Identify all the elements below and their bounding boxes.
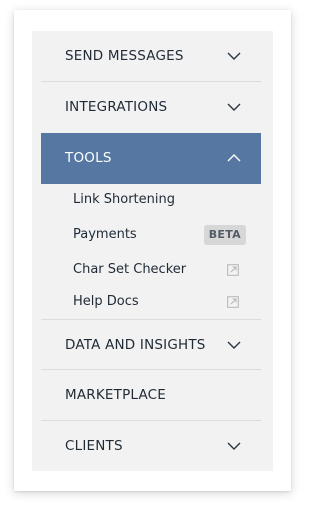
subnav-label: Char Set Checker: [73, 262, 187, 277]
subnav-help-docs[interactable]: Help Docs: [41, 286, 261, 318]
chevron-down-icon: [227, 52, 241, 60]
nav-label: CLIENTS: [65, 438, 123, 454]
nav-data-and-insights[interactable]: DATA AND INSIGHTS: [41, 319, 261, 370]
chevron-down-icon: [227, 103, 241, 111]
nav-label: TOOLS: [65, 150, 112, 166]
external-link-icon: [227, 296, 239, 308]
chevron-down-icon: [227, 442, 241, 450]
nav-marketplace[interactable]: MARKETPLACE: [41, 370, 261, 421]
subnav-payments[interactable]: Payments BETA: [41, 219, 261, 251]
subnav-label: Help Docs: [73, 294, 139, 309]
navigation-menu: SEND MESSAGES INTEGRATIONS TOOLS Link Sh…: [32, 31, 273, 471]
nav-clients[interactable]: CLIENTS: [41, 421, 261, 472]
nav-tools[interactable]: TOOLS: [41, 133, 261, 184]
chevron-up-icon: [227, 154, 241, 162]
nav-label: INTEGRATIONS: [65, 99, 168, 115]
external-link-icon: [227, 264, 239, 276]
nav-label: DATA AND INSIGHTS: [65, 337, 206, 353]
nav-integrations[interactable]: INTEGRATIONS: [41, 82, 261, 133]
subnav-label: Link Shortening: [73, 192, 175, 207]
nav-label: MARKETPLACE: [65, 387, 167, 403]
chevron-down-icon: [227, 341, 241, 349]
subnav-label: Payments: [73, 227, 137, 242]
subnav-link-shortening[interactable]: Link Shortening: [41, 184, 261, 216]
beta-badge: BETA: [203, 225, 246, 245]
navigation-card: SEND MESSAGES INTEGRATIONS TOOLS Link Sh…: [14, 10, 291, 491]
nav-send-messages[interactable]: SEND MESSAGES: [41, 31, 261, 82]
nav-label: SEND MESSAGES: [65, 48, 184, 64]
subnav-char-set-checker[interactable]: Char Set Checker: [41, 254, 261, 286]
